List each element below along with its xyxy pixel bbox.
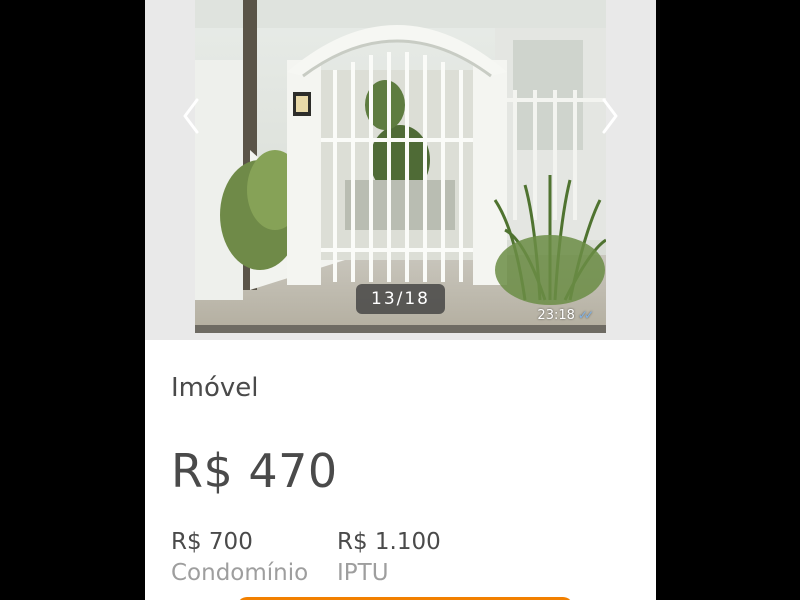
chevron-right-icon bbox=[602, 98, 618, 134]
listing-details: Imóvel R$ 470 R$ 700 Condomínio R$ 1.100… bbox=[145, 340, 656, 600]
double-check-icon: ✓✓ bbox=[577, 308, 594, 322]
listing-category: Imóvel bbox=[171, 373, 259, 403]
next-photo-button[interactable] bbox=[594, 95, 624, 137]
previous-photo-button[interactable] bbox=[177, 95, 207, 137]
chevron-left-icon bbox=[183, 98, 199, 134]
fee-value: R$ 700 bbox=[171, 529, 253, 555]
fee-condominio: R$ 700 Condomínio bbox=[171, 528, 308, 590]
listing-price: R$ 470 bbox=[171, 444, 338, 498]
listing-screen: 23:18 ✓✓ 13/18 Imóvel R$ 470 R$ 700 Condo… bbox=[145, 0, 656, 600]
photo-timestamp-text: 23:18 bbox=[537, 308, 575, 323]
fee-label: IPTU bbox=[337, 560, 389, 586]
photo-timestamp: 23:18 ✓✓ bbox=[537, 308, 594, 323]
fee-iptu: R$ 1.100 IPTU bbox=[337, 528, 441, 590]
fee-label: Condomínio bbox=[171, 560, 309, 586]
photo-counter: 13/18 bbox=[356, 284, 445, 314]
photo-gallery[interactable]: 23:18 ✓✓ 13/18 bbox=[145, 0, 656, 340]
fee-value: R$ 1.100 bbox=[337, 529, 441, 555]
